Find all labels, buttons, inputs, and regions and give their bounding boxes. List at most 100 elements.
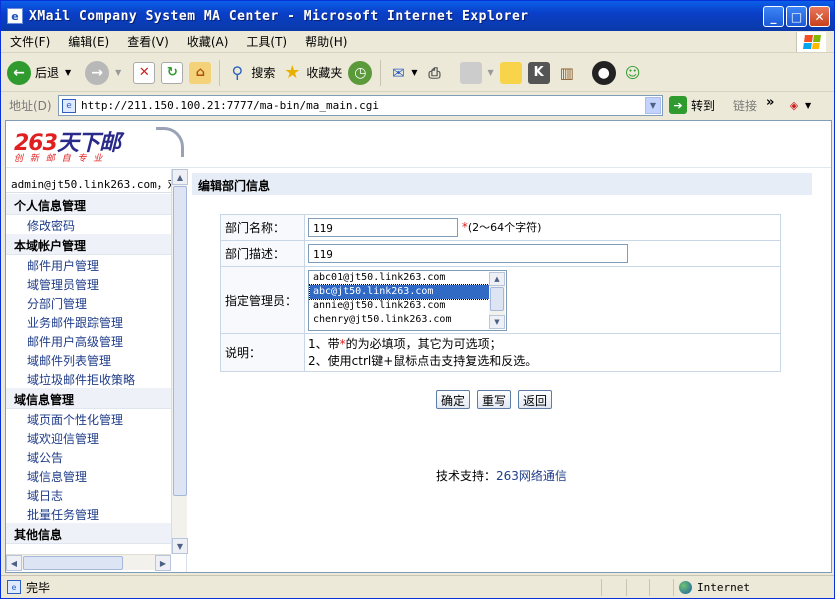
dept-desc-input[interactable]: 119 — [308, 244, 628, 263]
page-icon: e — [62, 98, 76, 113]
status-cell — [601, 579, 602, 596]
minimize-button[interactable]: _ — [763, 6, 784, 27]
messenger-button[interactable]: ☺ — [622, 62, 644, 84]
listbox-scrollbar[interactable]: ▲ ▼ — [489, 271, 505, 329]
print-icon: ⎙ — [428, 63, 441, 82]
department-form: 部门名称： 119 *(2～64个字符) 部门描述： 119 指定管理员： ab… — [220, 214, 781, 372]
stop-button[interactable]: ✕ — [127, 61, 156, 84]
title-bar: e XMail Company System MA Center - Micro… — [1, 1, 834, 31]
maximize-button[interactable]: □ — [786, 6, 807, 27]
window-title: XMail Company System MA Center - Microso… — [29, 8, 529, 24]
links-button[interactable]: 链接 — [733, 97, 757, 114]
edit-dropdown-icon[interactable]: ▼ — [488, 68, 494, 77]
menu-file[interactable]: 文件(F) — [1, 33, 59, 50]
admin-option-selected[interactable]: abc@jt50.link263.com — [309, 283, 492, 300]
forward-dropdown-icon[interactable]: ▼ — [115, 68, 121, 77]
refresh-icon: ↻ — [161, 61, 184, 84]
menu-favorites[interactable]: 收藏(A) — [178, 33, 238, 50]
extension-button[interactable]: ◈ ▼ — [786, 97, 811, 113]
back-dropdown-icon[interactable]: ▼ — [65, 68, 71, 77]
ok-button[interactable]: 确定 — [436, 390, 471, 409]
zone-label: Internet — [697, 581, 750, 594]
menu-view[interactable]: 查看(V) — [118, 33, 178, 50]
listbox-scroll-thumb[interactable] — [490, 286, 504, 311]
globe-icon — [679, 581, 692, 594]
chevron-icon[interactable]: » — [766, 95, 774, 110]
admin-listbox[interactable]: abc01@jt50.link263.com abc@jt50.link263.… — [308, 269, 507, 331]
reset-button[interactable]: 重写 — [477, 390, 512, 409]
home-button[interactable]: ⌂ — [189, 61, 212, 84]
print-button[interactable]: ⎙ — [424, 62, 446, 84]
nav-item-announcement[interactable]: 域公告 — [6, 447, 171, 466]
nav-item-domain-admins[interactable]: 域管理员管理 — [6, 274, 171, 293]
address-input[interactable]: e http://211.150.100.21:7777/ma-bin/ma_m… — [58, 95, 663, 116]
scroll-thumb[interactable] — [173, 186, 187, 496]
menu-tools[interactable]: 工具(T) — [237, 33, 296, 50]
favorites-button[interactable]: ★ 收藏夹 — [281, 62, 342, 84]
support-link[interactable]: 263网络通信 — [496, 469, 567, 483]
listbox-scroll-up-icon[interactable]: ▲ — [489, 271, 505, 286]
nav-item-mailing-lists[interactable]: 域邮件列表管理 — [6, 350, 171, 369]
sidebar-horizontal-scrollbar[interactable]: ◀ ▶ — [6, 554, 171, 571]
scroll-left-icon[interactable]: ◀ — [6, 555, 22, 571]
go-label: 转到 — [691, 98, 716, 113]
forward-arrow-icon: → — [85, 60, 110, 85]
discuss-button[interactable] — [499, 61, 522, 84]
nav-section-personal: 个人信息管理 — [6, 194, 171, 215]
back-button[interactable]: ← 后退 ▼ — [7, 60, 71, 85]
scroll-up-icon[interactable]: ▲ — [172, 169, 188, 185]
extension-dropdown-icon: ▼ — [805, 100, 812, 110]
edit-button[interactable]: ▼ — [452, 61, 494, 84]
hscroll-thumb[interactable] — [23, 556, 123, 570]
nav-item-domain-info[interactable]: 域信息管理 — [6, 466, 171, 485]
qq-button[interactable]: ● — [584, 60, 616, 85]
status-cell — [649, 579, 650, 596]
listbox-scroll-down-icon[interactable]: ▼ — [489, 314, 505, 329]
go-button[interactable]: ➔ 转到 — [669, 96, 715, 114]
mail-dropdown-icon[interactable]: ▼ — [411, 68, 417, 77]
page-done-icon: e — [7, 580, 21, 594]
nav-item-advanced-users[interactable]: 邮件用户高级管理 — [6, 331, 171, 350]
close-button[interactable]: ✕ — [809, 6, 830, 27]
main-content: 编辑部门信息 部门名称： 119 *(2～64个字符) 部门描述： 119 指定… — [188, 169, 831, 572]
nav-item-spam-policy[interactable]: 域垃圾邮件拒收策略 — [6, 369, 171, 388]
admin-option[interactable]: annie@jt50.link263.com — [310, 299, 491, 313]
nav-item-domain-log[interactable]: 域日志 — [6, 485, 171, 504]
mail-button[interactable]: ✉ ▼ — [387, 62, 417, 84]
address-label: 地址(D) — [9, 99, 52, 113]
k-button[interactable]: K — [527, 61, 550, 84]
dept-name-input[interactable]: 119 — [308, 218, 458, 237]
forward-button[interactable]: → ▼ — [77, 60, 121, 85]
search-label: 搜索 — [251, 66, 276, 80]
nav-item-mail-tracking[interactable]: 业务邮件跟踪管理 — [6, 312, 171, 331]
dept-name-label: 部门名称： — [220, 214, 305, 241]
back-button[interactable]: 返回 — [518, 390, 553, 409]
address-dropdown-icon[interactable]: ▼ — [645, 97, 661, 114]
favorites-label: 收藏夹 — [306, 66, 343, 80]
menu-edit[interactable]: 编辑(E) — [59, 33, 118, 50]
books-icon: ▥ — [559, 63, 574, 82]
menu-help[interactable]: 帮助(H) — [296, 33, 356, 50]
support-label: 技术支持： — [436, 469, 497, 483]
admin-option[interactable]: chenry@jt50.link263.com — [310, 313, 491, 327]
nav-item-departments[interactable]: 分部门管理 — [6, 293, 171, 312]
admin-option[interactable]: abc01@jt50.link263.com — [310, 271, 491, 285]
section-title: 编辑部门信息 — [192, 173, 812, 195]
nav-item-mail-users[interactable]: 邮件用户管理 — [6, 255, 171, 274]
edit-icon — [459, 61, 482, 84]
nav-item-page-customize[interactable]: 域页面个性化管理 — [6, 409, 171, 428]
note-line-1-post: 的为必填项，其它为可选项； — [345, 336, 502, 351]
nav-item-welcome-letter[interactable]: 域欢迎信管理 — [6, 428, 171, 447]
scroll-right-icon[interactable]: ▶ — [155, 555, 171, 571]
research-button[interactable]: ▥ — [556, 62, 578, 84]
nav-item-change-password[interactable]: 修改密码 — [6, 215, 171, 234]
scroll-down-icon[interactable]: ▼ — [172, 538, 188, 554]
search-button[interactable]: ⚲ 搜索 — [226, 62, 275, 84]
sidebar-vertical-scrollbar[interactable]: ▲ ▼ — [171, 169, 188, 554]
refresh-button[interactable]: ↻ — [161, 61, 184, 84]
address-bar: 地址(D) e http://211.150.100.21:7777/ma-bi… — [1, 93, 834, 118]
security-zone: Internet — [673, 579, 750, 596]
history-button[interactable]: ◷ — [348, 60, 373, 85]
user-greeting: admin@jt50.link263.com，欢迎 — [6, 169, 171, 193]
nav-item-batch-tasks[interactable]: 批量任务管理 — [6, 504, 171, 523]
